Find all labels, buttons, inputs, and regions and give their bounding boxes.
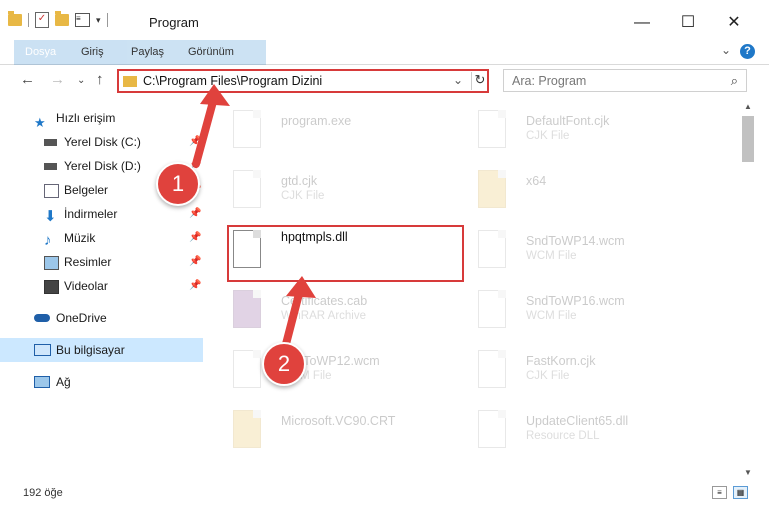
step-2-badge: 2	[262, 342, 306, 386]
arrow-1	[192, 94, 218, 168]
arrow-2	[282, 286, 304, 348]
annotation-arrows	[192, 84, 316, 348]
arrow-2-head	[286, 276, 316, 298]
arrow-1-head	[200, 84, 230, 106]
step-1-badge: 1	[156, 162, 200, 206]
